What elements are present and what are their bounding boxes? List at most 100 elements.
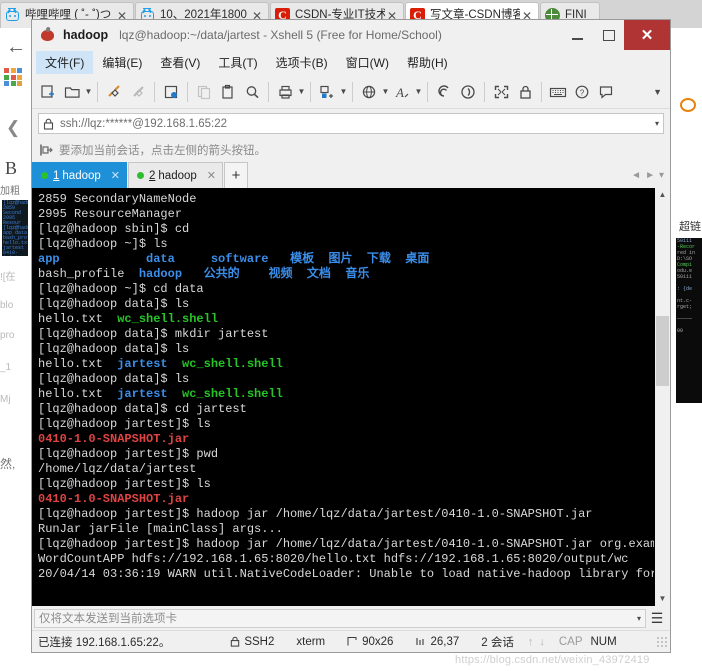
- menu-item-edit[interactable]: 编辑(E): [93, 51, 151, 74]
- lock-icon: [43, 118, 54, 130]
- resize-icon: [347, 636, 358, 647]
- font-dropdown-caret[interactable]: ▼: [414, 87, 423, 96]
- maximize-button[interactable]: [593, 20, 624, 50]
- send-text-input[interactable]: 仅将文本发送到当前选项卡 ▾: [34, 608, 646, 628]
- ssh-tunnel-icon[interactable]: [432, 80, 456, 104]
- session-tab-2[interactable]: 2 hadoop ✕: [128, 162, 223, 188]
- close-icon[interactable]: ✕: [111, 169, 120, 182]
- find-icon[interactable]: [240, 80, 264, 104]
- toolbar-separator: [427, 81, 428, 102]
- ssh-key-icon[interactable]: [456, 80, 480, 104]
- terminal-line: [lqz@hadoop ~]$ ls: [38, 237, 168, 251]
- session-tab-bar: 1 hadoop ✕ 2 hadoop ✕ + ◄ ► ▾: [32, 162, 670, 188]
- terminal-line: [lqz@hadoop jartest]$ hadoop jar /home/l…: [38, 507, 593, 521]
- send-input-placeholder: 仅将文本发送到当前选项卡: [39, 613, 177, 625]
- session-properties-icon[interactable]: [159, 80, 183, 104]
- status-sessions: 2 会话: [481, 636, 514, 649]
- folder-dropdown-caret[interactable]: ▼: [84, 87, 93, 96]
- svg-text:?: ?: [579, 88, 584, 97]
- window-app-name: hadoop: [63, 28, 109, 42]
- menu-item-view[interactable]: 查看(V): [151, 51, 209, 74]
- send-to-bar: 仅将文本发送到当前选项卡 ▾ ☰: [32, 606, 670, 630]
- status-bar: 已连接 192.168.1.65:22。 SSH2 xterm 90x26 26…: [32, 630, 670, 652]
- print-icon[interactable]: [273, 80, 297, 104]
- chevron-down-icon[interactable]: ▾: [655, 119, 659, 128]
- cursor-position-icon: [415, 636, 426, 647]
- menu-item-window[interactable]: 窗口(W): [337, 51, 398, 74]
- session-tab-1[interactable]: 1 hadoop ✕: [32, 162, 127, 188]
- transfer-dropdown-caret[interactable]: ▼: [339, 87, 348, 96]
- terminal-line: hello.txt jartest wc_shell.shell: [38, 357, 283, 371]
- scrollbar-track[interactable]: [655, 202, 670, 592]
- open-folder-icon[interactable]: [60, 80, 84, 104]
- terminal-line: [lqz@hadoop jartest]$ pwd: [38, 447, 219, 461]
- session-tab-label: hadoop: [62, 169, 101, 182]
- tab-prev-icon[interactable]: ◄: [631, 170, 641, 181]
- tab-next-icon[interactable]: ►: [645, 170, 655, 181]
- hyperlink-label: 超链: [679, 221, 701, 233]
- chevron-down-icon[interactable]: ▾: [637, 614, 641, 623]
- terminal-line: 2995 ResourceManager: [38, 207, 183, 221]
- menu-item-help[interactable]: 帮助(H): [398, 51, 457, 74]
- ghost-text-3: pro: [0, 330, 15, 341]
- status-terminal-type: xterm: [296, 635, 326, 648]
- bold-format-icon[interactable]: B: [5, 158, 17, 179]
- fullscreen-icon[interactable]: [489, 80, 513, 104]
- menu-item-tabs[interactable]: 选项卡(B): [267, 51, 337, 74]
- paste-icon[interactable]: [216, 80, 240, 104]
- collapse-chevron-icon[interactable]: ❮: [6, 118, 20, 138]
- menu-item-tools[interactable]: 工具(T): [209, 51, 266, 74]
- file-transfer-icon[interactable]: [315, 80, 339, 104]
- toolbar-separator: [541, 81, 542, 102]
- add-session-hint: 要添加当前会话，点击左侧的箭头按钮。: [32, 137, 670, 162]
- terminal-scrollbar[interactable]: ▲ ▼: [654, 188, 670, 606]
- toolbar-separator: [154, 81, 155, 102]
- terminal-container: 2859 SecondaryNameNode 2995 ResourceManag…: [32, 188, 670, 606]
- terminal-line: [lqz@hadoop data]$ mkdir jartest: [38, 327, 269, 341]
- terminal-output[interactable]: 2859 SecondaryNameNode 2995 ResourceManag…: [32, 188, 654, 606]
- minimize-button[interactable]: [562, 20, 593, 50]
- resize-grip[interactable]: [656, 635, 668, 648]
- close-icon[interactable]: ✕: [207, 169, 216, 182]
- lock-icon[interactable]: [513, 80, 537, 104]
- address-bar-container: ssh://lqz:******@192.168.1.65:22 ▾: [32, 109, 670, 137]
- status-protocol-group: SSH2: [230, 636, 274, 648]
- toolbar: ▼ ▼ ▼ ▼ A ▼ ? ▼: [32, 75, 670, 109]
- menu-item-file[interactable]: 文件(F): [36, 51, 94, 74]
- chat-icon[interactable]: [594, 80, 618, 104]
- address-input[interactable]: ssh://lqz:******@192.168.1.65:22: [60, 118, 655, 130]
- tab-list-caret-icon[interactable]: ▾: [659, 170, 664, 181]
- new-tab-button[interactable]: +: [224, 162, 248, 188]
- keyboard-icon[interactable]: [546, 80, 570, 104]
- status-dot-icon: [137, 172, 144, 179]
- bilibili-icon: [5, 8, 20, 23]
- scroll-down-icon[interactable]: ▼: [659, 592, 667, 606]
- new-session-icon[interactable]: [36, 80, 60, 104]
- lock-icon: [230, 636, 240, 647]
- tab-nav-controls: ◄ ► ▾: [631, 162, 670, 188]
- hint-text: 要添加当前会话，点击左侧的箭头按钮。: [59, 144, 266, 157]
- title-bar[interactable]: hadoop lqz@hadoop:~/data/jartest - Xshel…: [32, 20, 670, 50]
- apps-grid-icon[interactable]: [4, 68, 22, 86]
- toolbar-overflow-caret[interactable]: ▼: [653, 87, 666, 97]
- watermark: https://blog.csdn.net/weixin_43972419: [455, 654, 650, 666]
- status-cursor-group: 26,37: [415, 636, 459, 648]
- send-options-menu-icon[interactable]: ☰: [646, 611, 668, 625]
- web-dropdown-caret[interactable]: ▼: [381, 87, 390, 96]
- help-icon[interactable]: ?: [570, 80, 594, 104]
- address-bar[interactable]: ssh://lqz:******@192.168.1.65:22 ▾: [38, 113, 664, 134]
- close-button[interactable]: ✕: [624, 20, 670, 50]
- ghost-text-5: Mj: [0, 394, 11, 405]
- scroll-up-icon[interactable]: ▲: [659, 188, 667, 202]
- status-num-lock: NUM: [590, 635, 617, 648]
- connect-icon[interactable]: [102, 80, 126, 104]
- terminal-line: [lqz@hadoop data]$ ls: [38, 297, 190, 311]
- window-title: lqz@hadoop:~/data/jartest - Xshell 5 (Fr…: [119, 28, 442, 42]
- font-icon[interactable]: A: [390, 80, 414, 104]
- print-dropdown-caret[interactable]: ▼: [297, 87, 306, 96]
- terminal-line: WordCountAPP hdfs://192.168.1.65:8020/he…: [38, 552, 629, 566]
- web-icon[interactable]: [357, 80, 381, 104]
- scrollbar-thumb[interactable]: [656, 316, 669, 386]
- terminal-line: /home/lqz/data/jartest: [38, 462, 197, 476]
- browser-back-button[interactable]: ←: [4, 36, 28, 60]
